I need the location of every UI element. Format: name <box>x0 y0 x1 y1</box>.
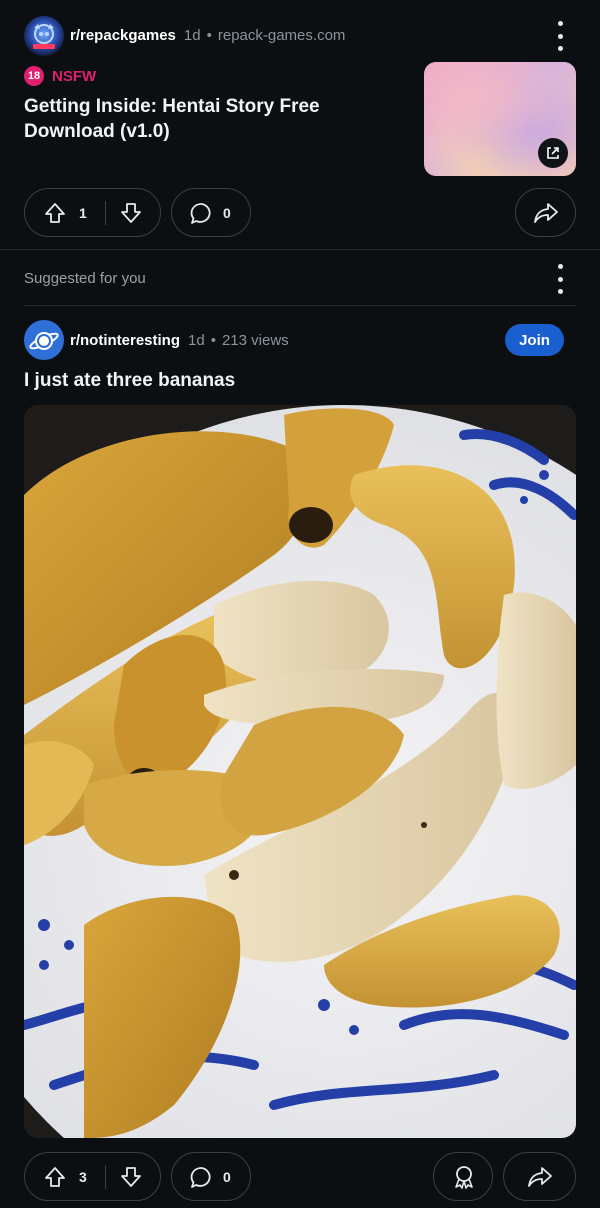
nsfw-18-icon: 18 <box>24 66 44 86</box>
share-button[interactable] <box>503 1152 576 1201</box>
vote-count: 1 <box>79 205 87 221</box>
award-icon <box>451 1164 477 1195</box>
comment-icon <box>189 1165 214 1195</box>
subreddit-avatar[interactable] <box>24 320 64 360</box>
suggested-label: Suggested for you <box>24 270 146 287</box>
suggested-divider <box>24 305 576 306</box>
comment-count: 0 <box>223 1169 231 1185</box>
upvote-icon[interactable] <box>43 201 67 230</box>
subreddit-name[interactable]: r/repackgames <box>70 27 176 44</box>
comment-count: 0 <box>223 205 231 221</box>
comments-button[interactable]: 0 <box>171 1152 251 1201</box>
post-title[interactable]: I just ate three bananas <box>24 370 235 392</box>
external-link-icon[interactable] <box>538 138 568 168</box>
vote-control: 3 <box>24 1152 161 1201</box>
meta-separator: • <box>210 332 216 349</box>
post-meta: r/repackgames 1d • repack-games.com <box>70 27 345 44</box>
post-thumbnail[interactable] <box>424 62 576 176</box>
post-time: 1d <box>188 332 205 349</box>
downvote-icon[interactable] <box>119 201 143 230</box>
post-title[interactable]: Getting Inside: Hentai Story Free Downlo… <box>24 94 414 144</box>
post-meta: r/notinteresting 1d • 213 views <box>70 332 289 349</box>
post-card-repackgames[interactable]: r/repackgames 1d • repack-games.com 18 N… <box>0 0 600 250</box>
post-divider <box>0 249 600 250</box>
downvote-icon[interactable] <box>119 1165 143 1194</box>
share-icon <box>527 1165 553 1194</box>
vote-control: 1 <box>24 188 161 237</box>
post-image[interactable] <box>24 405 576 1138</box>
post-time: 1d <box>183 27 201 44</box>
subreddit-avatar[interactable] <box>24 16 64 56</box>
post-domain[interactable]: repack-games.com <box>218 27 346 44</box>
award-button[interactable] <box>433 1152 493 1201</box>
subreddit-name[interactable]: r/notinteresting <box>70 332 180 349</box>
share-button[interactable] <box>515 188 576 237</box>
join-button[interactable]: Join <box>505 324 564 356</box>
share-icon <box>533 201 559 230</box>
meta-separator: • <box>206 27 212 44</box>
vote-divider <box>105 201 106 225</box>
upvote-icon[interactable] <box>43 1165 67 1194</box>
vote-divider <box>105 1165 106 1189</box>
nsfw-label: NSFW <box>52 67 97 85</box>
banana-peels-photo <box>24 405 576 1138</box>
view-count: 213 views <box>221 332 289 349</box>
vote-count: 3 <box>79 1169 87 1185</box>
comment-icon <box>189 201 214 231</box>
more-options-icon[interactable] <box>550 21 570 51</box>
suggested-options-icon[interactable] <box>550 264 570 294</box>
reddit-feed: r/repackgames 1d • repack-games.com 18 N… <box>0 0 600 1208</box>
nsfw-tag: 18 NSFW <box>24 66 96 86</box>
comments-button[interactable]: 0 <box>171 188 251 237</box>
